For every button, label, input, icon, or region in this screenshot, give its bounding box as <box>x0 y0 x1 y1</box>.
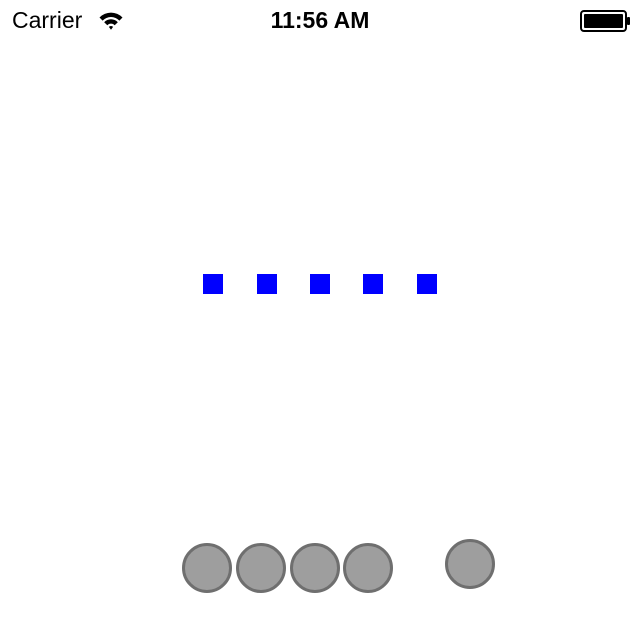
status-bar: Carrier 11:56 AM <box>0 0 640 40</box>
blue-square <box>363 274 383 294</box>
gray-circle[interactable] <box>445 539 495 589</box>
gray-circle[interactable] <box>343 543 393 593</box>
blue-square <box>310 274 330 294</box>
app-screen: Carrier 11:56 AM <box>0 0 640 632</box>
blue-square <box>203 274 223 294</box>
blue-square <box>257 274 277 294</box>
gray-circle[interactable] <box>290 543 340 593</box>
blue-square <box>417 274 437 294</box>
status-time: 11:56 AM <box>270 7 370 33</box>
gray-circle[interactable] <box>236 543 286 593</box>
gray-circle[interactable] <box>182 543 232 593</box>
battery-full-icon <box>580 10 630 32</box>
